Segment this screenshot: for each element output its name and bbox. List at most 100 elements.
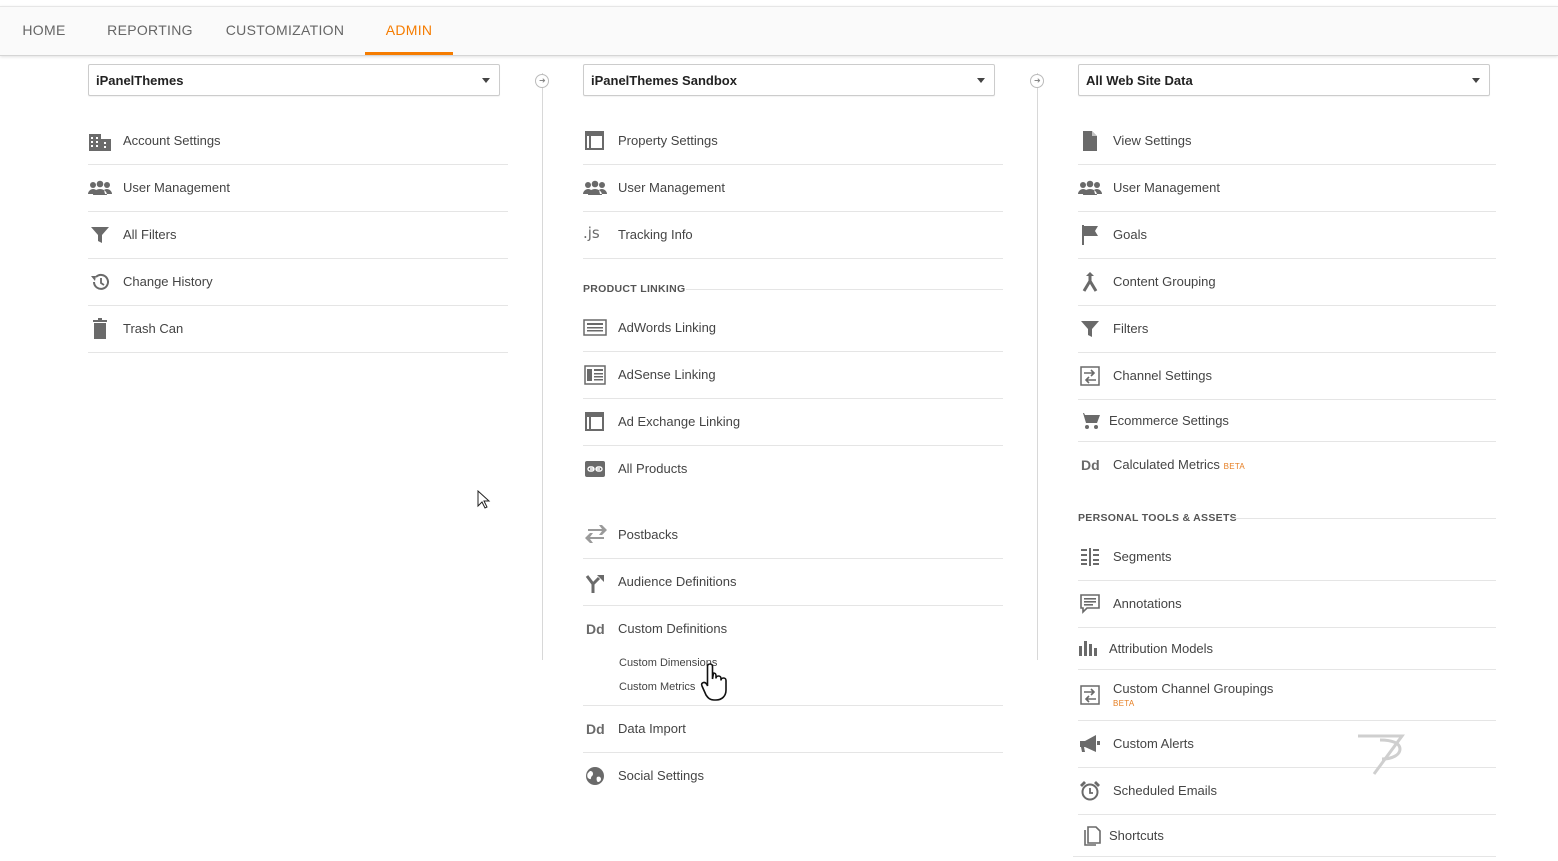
globe-icon [583, 765, 609, 791]
item-label: All Filters [123, 227, 177, 242]
arrow-cursor-icon [477, 490, 491, 510]
top-nav: HOME REPORTING CUSTOMIZATION ADMIN [0, 6, 1558, 56]
item-label: Ad Exchange Linking [618, 414, 741, 429]
link-icon [583, 459, 609, 485]
item-label: Channel Settings [1113, 368, 1213, 383]
view-user-management-item[interactable]: User Management [1078, 165, 1496, 212]
custom-metrics-link[interactable]: Custom Metrics [619, 681, 695, 693]
item-label: Segments [1113, 549, 1172, 564]
content-grouping-icon [1078, 271, 1104, 297]
item-label: Audience Definitions [618, 574, 737, 589]
item-label: AdSense Linking [618, 367, 716, 382]
item-label: Shortcuts [1109, 828, 1164, 843]
tab-admin[interactable]: ADMIN [365, 7, 453, 55]
ecommerce-settings-item[interactable]: Ecommerce Settings [1078, 400, 1496, 442]
item-label: Goals [1113, 227, 1147, 242]
audience-definitions-item[interactable]: Audience Definitions [583, 559, 1003, 606]
item-label: Social Settings [618, 768, 704, 783]
change-history-item[interactable]: Change History [88, 259, 508, 306]
view-settings-item[interactable]: View Settings [1078, 118, 1496, 165]
adwords-icon [583, 319, 609, 345]
item-label: Attribution Models [1109, 641, 1214, 656]
attribution-models-item[interactable]: Attribution Models [1078, 628, 1496, 670]
chevron-down-icon [1472, 78, 1480, 83]
item-label: Annotations [1113, 596, 1182, 611]
beta-badge: BETA [1113, 699, 1135, 708]
postbacks-icon [583, 523, 609, 549]
property-user-management-item[interactable]: User Management [583, 165, 1003, 212]
annotations-item[interactable]: Annotations [1078, 581, 1496, 628]
account-user-management-item[interactable]: User Management [88, 165, 508, 212]
channel-settings-item[interactable]: Channel Settings [1078, 353, 1496, 400]
item-label: User Management [1113, 180, 1220, 195]
item-label: Calculated Metrics [1113, 457, 1220, 472]
segments-icon [1078, 547, 1104, 573]
filters-item[interactable]: Filters [1078, 306, 1496, 353]
dd-icon: Dd [1081, 457, 1100, 473]
arrow-right-icon: ➜ [1030, 74, 1044, 88]
view-selector[interactable]: All Web Site Data [1078, 64, 1490, 96]
calculated-metrics-item[interactable]: Dd Calculated Metrics BETA [1078, 442, 1496, 489]
property-settings-item[interactable]: Property Settings [583, 118, 1003, 165]
property-selector[interactable]: iPanelThemes Sandbox [583, 64, 995, 96]
item-label: User Management [123, 180, 230, 195]
item-label: Account Settings [123, 133, 221, 148]
building-icon [88, 131, 114, 157]
tracking-info-item[interactable]: .js Tracking Info [583, 212, 1003, 259]
audience-icon [583, 572, 609, 598]
section-divider [1232, 518, 1496, 519]
tab-home[interactable]: HOME [12, 7, 76, 55]
channel-icon [1078, 365, 1104, 391]
megaphone-icon [1078, 733, 1104, 759]
watermark-logo [1352, 730, 1410, 778]
custom-alerts-item[interactable]: Custom Alerts [1078, 721, 1496, 768]
arrow-right-icon: ➜ [535, 74, 549, 88]
item-label: Trash Can [123, 321, 184, 336]
custom-channel-groupings-item[interactable]: Custom Channel Groupings BETA [1078, 670, 1496, 721]
beta-badge: BETA [1223, 462, 1246, 471]
channel-icon [1078, 684, 1104, 710]
item-label: Custom Channel Groupings [1113, 681, 1274, 696]
view-selector-value: All Web Site Data [1086, 73, 1193, 88]
account-selector[interactable]: iPanelThemes [88, 64, 500, 96]
all-products-item[interactable]: All Products [583, 446, 1003, 493]
goals-item[interactable]: Goals [1078, 212, 1496, 259]
trash-can-item[interactable]: Trash Can [88, 306, 508, 353]
item-label: All Products [618, 461, 688, 476]
column-divider [542, 73, 543, 660]
shortcut-icon [1081, 825, 1107, 851]
item-label: Change History [123, 274, 213, 289]
data-import-item[interactable]: Dd Data Import [583, 706, 1003, 753]
ad-exchange-linking-item[interactable]: Ad Exchange Linking [583, 399, 1003, 446]
product-linking-heading: PRODUCT LINKING [583, 283, 686, 295]
document-icon [1078, 130, 1104, 156]
js-icon: .js [583, 224, 600, 242]
account-settings-item[interactable]: Account Settings [88, 118, 508, 165]
adsense-icon [583, 365, 609, 391]
history-icon [88, 272, 114, 298]
users-icon [1078, 180, 1104, 206]
alarm-icon [1078, 780, 1104, 806]
chevron-down-icon [482, 78, 490, 83]
dd-icon: Dd [586, 621, 605, 637]
tab-customization[interactable]: CUSTOMIZATION [220, 7, 350, 55]
item-label: View Settings [1113, 133, 1192, 148]
all-filters-item[interactable]: All Filters [88, 212, 508, 259]
content-grouping-item[interactable]: Content Grouping [1078, 259, 1496, 306]
tab-reporting[interactable]: REPORTING [100, 7, 200, 55]
item-label: Property Settings [618, 133, 718, 148]
adexchange-icon [583, 412, 609, 438]
property-selector-value: iPanelThemes Sandbox [591, 73, 737, 88]
postbacks-item[interactable]: Postbacks [583, 512, 1003, 559]
segments-item[interactable]: Segments [1078, 534, 1496, 581]
personal-tools-heading: PERSONAL TOOLS & ASSETS [1078, 512, 1237, 524]
item-label: Filters [1113, 321, 1149, 336]
item-label: Tracking Info [618, 227, 693, 242]
social-settings-item[interactable]: Social Settings [583, 753, 1003, 800]
scheduled-emails-item[interactable]: Scheduled Emails [1078, 768, 1496, 815]
adsense-linking-item[interactable]: AdSense Linking [583, 352, 1003, 399]
users-icon [88, 180, 114, 206]
shortcuts-item[interactable]: Shortcuts [1073, 815, 1496, 857]
adwords-linking-item[interactable]: AdWords Linking [583, 305, 1003, 352]
item-label: Scheduled Emails [1113, 783, 1218, 798]
